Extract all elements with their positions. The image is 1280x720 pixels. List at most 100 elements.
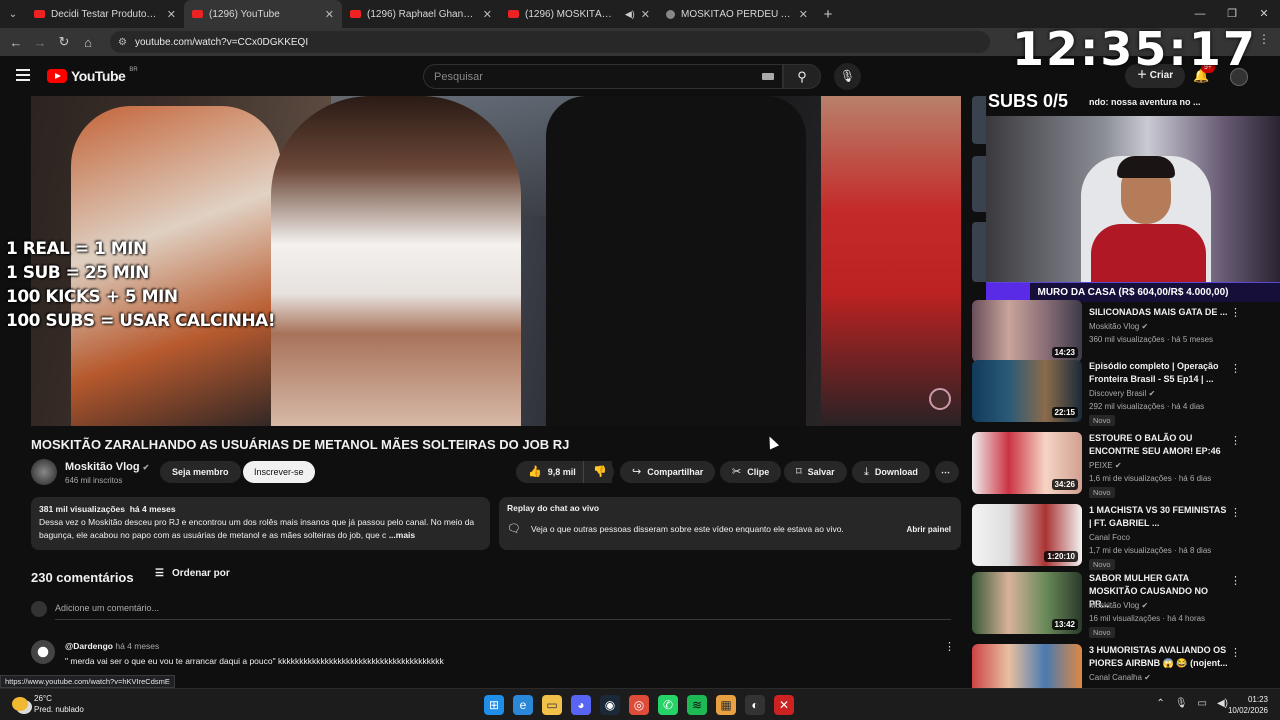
tray-mic-icon[interactable]: 🎙 [1175,698,1188,709]
rec-title[interactable]: SILICONADAS MAIS GATA DE ... [1089,306,1229,319]
sidebar-thumb-partial[interactable] [972,222,986,282]
sort-comments-button[interactable]: ☰ Ordenar por [155,568,230,579]
more-actions-button[interactable]: ⋯ [935,461,959,483]
tray-chevron-icon[interactable]: ⌃ [1156,698,1164,709]
verified-icon: ✔ [142,463,150,472]
browser-tab-4[interactable]: (1296) MOSKITÃO ZARALHANDO ◀) ✕ [500,0,658,28]
rec-channel[interactable]: Canal Canalha ✔ [1089,673,1151,682]
chrome-icon[interactable]: ◎ [629,695,649,715]
rec-title[interactable]: ESTOURE O BALÃO OU ENCONTRE SEU AMOR! EP… [1089,432,1229,458]
join-button[interactable]: Seja membro [160,461,241,483]
recommended-video[interactable]: 3 HUMORISTAS AVALIANDO OS PIORES AIRBNB … [972,644,1268,688]
rec-channel[interactable]: Discovery Brasil ✔ [1089,389,1155,398]
new-tab-icon[interactable]: + [816,6,840,23]
video-duration: 13:42 [1051,619,1078,630]
open-panel-button[interactable]: Abrir painel [907,525,951,534]
tray-network-icon[interactable]: ▭ [1198,698,1207,709]
more-actions-icon[interactable]: ⋮ [1230,646,1241,659]
subscribe-button[interactable]: Inscrever-se [243,461,315,483]
video-thumbnail[interactable]: 13:42 [972,572,1082,634]
folder-icon[interactable]: ▭ [542,695,562,715]
discord-icon[interactable]: ◕ [571,695,591,715]
commenter-avatar[interactable] [31,640,55,664]
speaker-icon[interactable]: ◀) [625,9,635,20]
close-tab-icon[interactable]: ✕ [799,8,808,21]
forward-arrow-icon[interactable]: → [28,35,52,50]
download-button[interactable]: ⤓ Download [852,461,930,483]
sort-icon: ☰ [155,568,164,579]
search-input[interactable]: Pesquisar [423,64,783,89]
taskbar-clock[interactable]: 01:23 10/02/2026 [1228,694,1268,716]
browser-tab-5[interactable]: MOSKITÃO PERDEU A LINHA C ✕ [658,0,816,28]
close-tab-icon[interactable]: ✕ [483,8,492,21]
comment-author[interactable]: @Dardengo [65,641,113,651]
browser-tab-1[interactable]: Decidi Testar Produtos da Shopee ✕ [26,0,184,28]
recommended-video[interactable]: 34:26 ESTOURE O BALÃO OU ENCONTRE SEU AM… [972,432,1268,498]
search-button[interactable]: ⚲ [783,64,821,89]
rec-channel[interactable]: Moskitão Vlog ✔ [1089,601,1148,610]
close-tab-icon[interactable]: ✕ [325,8,334,21]
more-actions-icon[interactable]: ⋮ [1230,506,1241,519]
recommended-video[interactable]: 1:20:10 1 MACHISTA VS 30 FEMINISTAS | FT… [972,504,1268,570]
save-button[interactable]: ⌑ Salvar [784,461,847,483]
video-thumbnail[interactable]: 34:26 [972,432,1082,494]
sidebar-thumb-partial[interactable] [972,96,986,144]
channel-avatar[interactable] [31,459,57,485]
youtube-logo[interactable]: YouTube BR [47,67,138,84]
home-icon[interactable]: ⌂ [76,35,100,50]
voice-search-button[interactable]: 🎙 [834,63,861,90]
back-arrow-icon[interactable]: ← [4,35,28,50]
rec-channel[interactable]: Moskitão Vlog ✔ [1089,322,1148,331]
capcut-icon[interactable]: ✕ [774,695,794,715]
weather-widget[interactable]: 26°C Pred. nublado [12,693,84,715]
sidebar-thumb-partial[interactable] [972,156,986,212]
site-info-icon[interactable]: ⚙ [118,37,127,48]
video-thumbnail[interactable]: 14:23 [972,300,1082,362]
channel-watermark[interactable] [929,388,951,410]
url-input[interactable]: ⚙ youtube.com/watch?v=CCx0DGKKEQI [110,31,990,53]
comment-more-icon[interactable]: ⋮ [944,640,955,653]
browser-tab-3[interactable]: (1296) Raphael Ghanem - YouTube ✕ [342,0,500,28]
menu-icon[interactable] [16,69,30,84]
spotify-icon[interactable]: ≋ [687,695,707,715]
share-button[interactable]: ↪ Compartilhar [620,461,716,483]
tab-search-chevron-icon[interactable]: ⌄ [0,0,26,28]
start-icon[interactable]: ⊞ [484,695,504,715]
show-more-link[interactable]: ...mais [389,530,415,540]
edge-icon[interactable]: e [513,695,533,715]
close-tab-icon[interactable]: ✕ [641,8,650,21]
video-thumbnail[interactable]: 1:20:10 [972,504,1082,566]
recommended-video[interactable]: 22:15 Episódio completo | Operação Front… [972,360,1268,426]
rec-channel[interactable]: PEIXE ✔ [1089,461,1122,470]
more-actions-icon[interactable]: ⋮ [1230,306,1241,319]
more-actions-icon[interactable]: ⋮ [1230,434,1241,447]
dislike-button[interactable]: 👎 [583,461,614,483]
clip-button[interactable]: ✂ Clipe [720,461,782,483]
rec-channel-name: PEIXE [1089,461,1113,470]
rec-title[interactable]: 3 HUMORISTAS AVALIANDO OS PIORES AIRBNB … [1089,644,1229,670]
browser-tab-2[interactable]: (1296) YouTube ✕ [184,0,342,28]
recommended-video[interactable]: 13:42 SABOR MULHER GATA MOSKITÃO CAUSAND… [972,572,1268,638]
more-actions-icon[interactable]: ⋮ [1230,574,1241,587]
video-thumbnail[interactable]: 22:15 [972,360,1082,422]
description-box[interactable]: 381 mil visualizações há 4 meses Dessa v… [31,497,490,550]
steam-icon[interactable]: ◉ [600,695,620,715]
menu-dots-icon[interactable]: ⋮ [1258,32,1270,46]
rec-channel[interactable]: Canal Foco [1089,533,1130,542]
channel-name-link[interactable]: Moskitão Vlog ✔ [65,461,149,473]
keyboard-icon[interactable] [762,73,774,80]
rec-title[interactable]: 1 MACHISTA VS 30 FEMINISTAS | FT. GABRIE… [1089,504,1229,530]
video-thumbnail[interactable] [972,644,1082,688]
close-tab-icon[interactable]: ✕ [167,8,176,21]
add-comment-input[interactable]: Adicione um comentário... [55,603,951,620]
obs-icon[interactable]: ◐ [745,695,765,715]
app-icon[interactable]: ▦ [716,695,736,715]
tab-title: Decidi Testar Produtos da Shopee [51,8,161,20]
rec-title[interactable]: Episódio completo | Operação Fronteira B… [1089,360,1229,386]
comment-age[interactable]: há 4 meses [115,641,159,651]
rec-title-partial[interactable]: ndo: nossa aventura no ... [1089,97,1201,107]
more-actions-icon[interactable]: ⋮ [1230,362,1241,375]
reload-icon[interactable]: ↻ [52,34,76,50]
tray-volume-icon[interactable]: ◀) [1217,698,1228,709]
whatsapp-icon[interactable]: ✆ [658,695,678,715]
